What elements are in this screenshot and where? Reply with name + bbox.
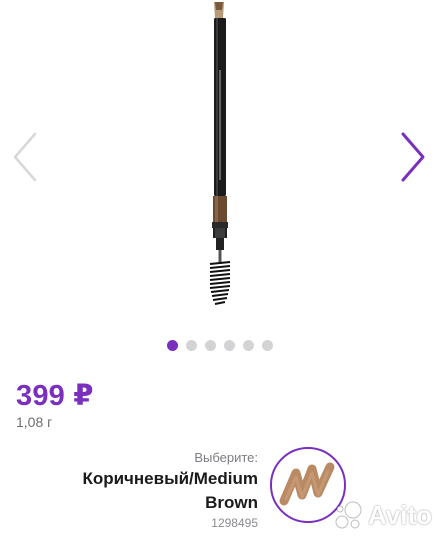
pagination-dot-1[interactable] (166, 340, 178, 351)
pagination-dot-3[interactable] (204, 340, 216, 351)
pagination-dot-2[interactable] (185, 340, 197, 351)
product-weight: 1,08 г (16, 414, 53, 430)
pagination-dot-5[interactable] (242, 340, 254, 351)
shade-sku: 1298495 (211, 516, 258, 530)
product-price: 399 ₽ (16, 380, 94, 412)
chevron-left-icon[interactable] (10, 130, 40, 184)
gallery-pagination (0, 340, 439, 354)
chevron-right-icon[interactable] (398, 130, 428, 184)
shade-name: Коричневый/Medium Brown (82, 469, 258, 512)
avito-watermark-text: Avito (368, 499, 433, 530)
product-image (209, 2, 231, 305)
choose-label: Выберите: (194, 450, 258, 465)
avito-logo-icon (335, 501, 362, 529)
pagination-dot-4[interactable] (223, 340, 235, 351)
shade-selector: Выберите: Коричневый/Medium Brown 129849… (48, 450, 258, 530)
avito-watermark: Avito (334, 498, 432, 532)
pagination-dot-6[interactable] (261, 340, 273, 351)
product-gallery[interactable] (0, 0, 439, 335)
